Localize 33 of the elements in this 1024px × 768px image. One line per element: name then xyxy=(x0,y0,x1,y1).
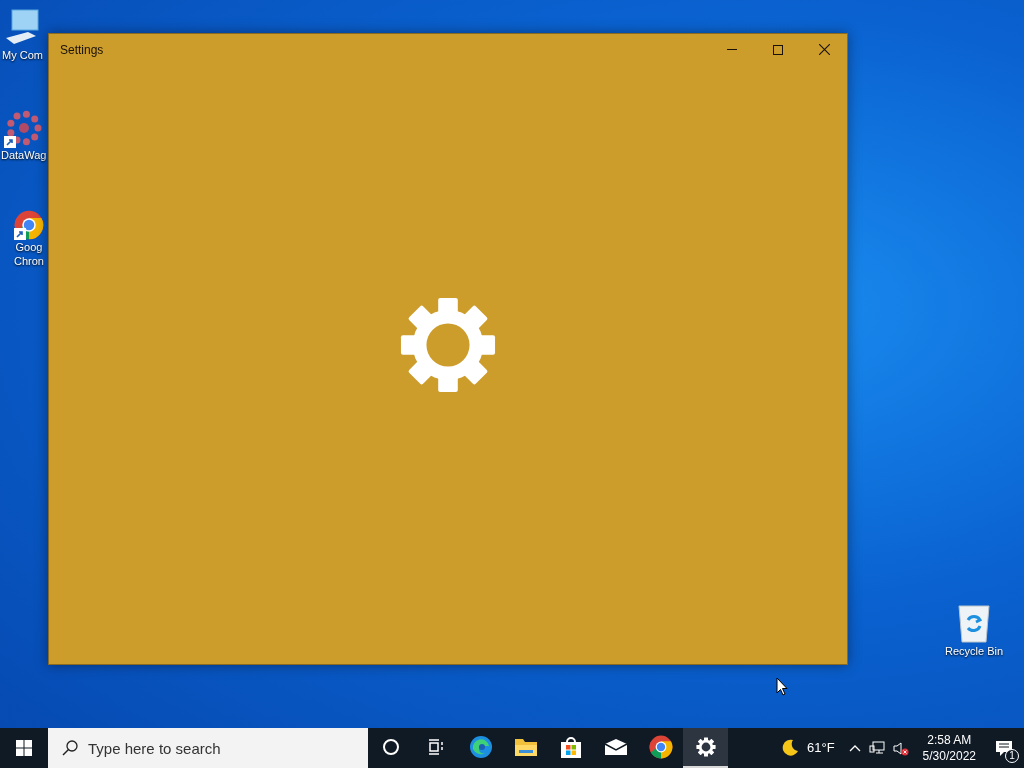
weather-temperature[interactable]: 61°F xyxy=(807,738,835,758)
shopping-bag-icon xyxy=(559,735,582,759)
desktop-icon-label[interactable]: Recycle Bin xyxy=(945,644,1004,658)
notification-icon xyxy=(995,739,1013,757)
gear-icon xyxy=(399,295,497,394)
chrome-icon xyxy=(648,735,673,759)
taskbar-app-button[interactable] xyxy=(683,728,728,768)
mouse-cursor-icon xyxy=(776,677,788,696)
notification-count: 1 xyxy=(1005,749,1019,763)
desktop-icon-label[interactable]: Goog Chron xyxy=(14,240,44,268)
search-field[interactable]: Type here to search xyxy=(48,728,368,768)
task-view-icon xyxy=(426,738,445,756)
muted-speaker-icon[interactable] xyxy=(892,740,909,756)
edge-icon xyxy=(468,735,493,759)
network-icon[interactable] xyxy=(868,740,885,756)
clock-date: 5/30/2022 xyxy=(922,748,976,764)
folder-icon xyxy=(513,736,538,758)
minimize-icon xyxy=(727,49,737,50)
notification-button[interactable]: 1 xyxy=(984,728,1024,768)
clock-time: 2:58 AM xyxy=(927,732,972,748)
maximize-icon xyxy=(773,44,783,55)
close-icon xyxy=(818,44,830,55)
moon-icon xyxy=(781,739,799,757)
windows-logo-icon xyxy=(16,740,32,756)
clock[interactable]: 2:58 AM 5/30/2022 xyxy=(914,732,984,764)
chevron-up-icon[interactable] xyxy=(848,744,861,752)
envelope-icon xyxy=(603,738,628,756)
gear-icon xyxy=(695,737,716,757)
window-title: Settings xyxy=(59,41,105,59)
desktop-icon-label[interactable]: My Com xyxy=(2,48,43,62)
search-icon xyxy=(62,740,78,756)
circle-icon xyxy=(381,738,400,756)
desktop-icon-label[interactable]: DataWag xyxy=(1,148,47,162)
